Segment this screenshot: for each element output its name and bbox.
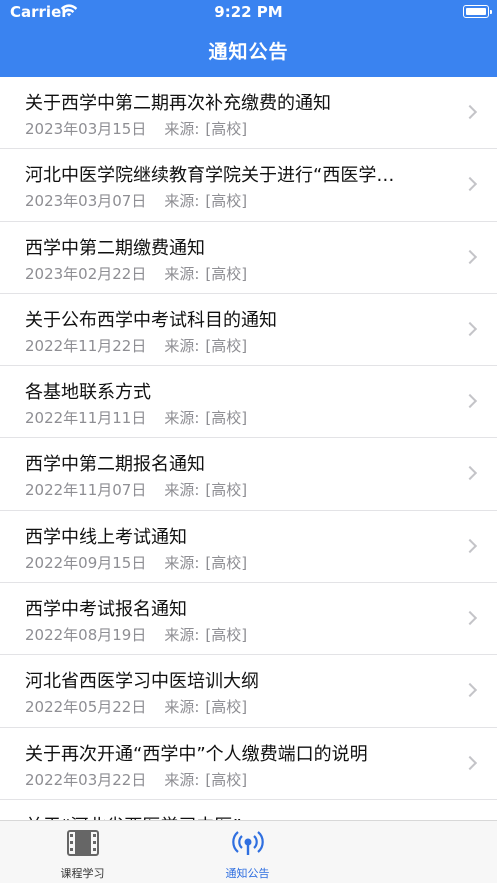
notice-date: 2022年11月07日 (25, 481, 147, 500)
notice-date: 2022年05月22日 (25, 698, 147, 717)
notice-row[interactable]: 河北中医学院继续教育学院关于进行“西医学… 2023年03月07日 来源: [高校] (0, 149, 497, 222)
notice-row[interactable]: 关于再次开通“西学中”个人缴费端口的说明 2022年03月22日 来源: [高校] (0, 728, 497, 800)
notice-meta: 2023年03月07日 来源: [高校] (25, 190, 247, 211)
notice-title: 西学中线上考试通知 (25, 526, 187, 548)
notice-meta: 2022年11月22日 来源: [高校] (25, 335, 247, 356)
notice-source-label: 来源: (164, 264, 200, 283)
notice-date: 2022年11月11日 (25, 409, 147, 428)
notice-row[interactable]: 西学中第二期报名通知 2022年11月07日 来源: [高校] (0, 438, 497, 511)
notice-date: 2023年02月22日 (25, 264, 147, 283)
notice-source: [高校] (205, 626, 248, 645)
tab-course-study[interactable]: 课程学习 (0, 821, 165, 883)
notice-title: 河北中医学院继续教育学院关于进行“西医学… (25, 165, 395, 187)
chevron-right-icon (462, 683, 478, 698)
chevron-right-icon (462, 538, 478, 553)
notice-source-label: 来源: (164, 481, 200, 500)
broadcast-icon (231, 831, 264, 855)
notice-source: [高校] (205, 120, 248, 138)
notice-list[interactable]: 关于西学中第二期再次补充缴费的通知 2023年03月15日 来源: [高校] 河北中… (0, 77, 497, 820)
notice-date: 2023年03月15日 (25, 120, 147, 138)
notice-meta: 2023年03月15日 来源: [高校] (25, 118, 247, 139)
tab-notices[interactable]: 通知公告 (165, 821, 330, 883)
notice-source: [高校] (205, 770, 248, 789)
notice-source: [高校] (205, 698, 248, 717)
notice-meta: 2022年09月15日 来源: [高校] (25, 552, 247, 573)
notice-meta: 2022年11月11日 来源: [高校] (25, 407, 247, 428)
notice-meta: 2022年08月19日 来源: [高校] (25, 624, 247, 645)
notice-title: 西学中第二期缴费通知 (25, 237, 205, 259)
chevron-right-icon (462, 249, 478, 264)
notice-source: [高校] (205, 409, 248, 428)
notice-row[interactable]: 关于公布西学中考试科目的通知 2022年11月22日 来源: [高校] (0, 294, 497, 367)
notice-title: 关于西学中第二期再次补充缴费的通知 (25, 93, 331, 114)
chevron-right-icon (462, 321, 478, 336)
notice-title: 西学中考试报名通知 (25, 599, 187, 621)
chevron-right-icon (462, 466, 478, 481)
notice-row[interactable]: 各基地联系方式 2022年11月11日 来源: [高校] (0, 366, 497, 439)
chevron-right-icon (462, 611, 478, 626)
notice-source-label: 来源: (164, 120, 200, 138)
notice-row[interactable]: 西学中线上考试通知 2022年09月15日 来源: [高校] (0, 511, 497, 584)
notice-date: 2022年11月22日 (25, 336, 147, 355)
chevron-right-icon (462, 755, 478, 770)
notice-source-label: 来源: (164, 553, 200, 572)
tab-label: 课程学习 (60, 867, 105, 880)
chevron-right-icon (462, 104, 478, 120)
notice-date: 2022年03月22日 (25, 770, 147, 789)
page-title: 通知公告 (208, 41, 289, 63)
notice-title: 河北省西医学习中医培训大纲 (25, 671, 259, 693)
notice-source: [高校] (205, 264, 248, 283)
notice-title: 关于再次开通“西学中”个人缴费端口的说明 (25, 743, 368, 765)
tab-label: 通知公告 (225, 867, 270, 880)
notice-row[interactable]: 河北省西医学习中医培训大纲 2022年05月22日 来源: [高校] (0, 655, 497, 728)
notice-source: [高校] (205, 481, 248, 500)
app-header: Carrier 9:22 PM 通知公告 (0, 0, 497, 77)
notice-row[interactable]: 西学中考试报名通知 2022年08月19日 来源: [高校] (0, 583, 497, 656)
notice-source: [高校] (205, 192, 248, 211)
notice-meta: 2022年03月22日 来源: [高校] (25, 769, 247, 790)
notice-source-label: 来源: (164, 409, 200, 428)
battery-icon (463, 5, 492, 18)
notice-source-label: 来源: (164, 626, 200, 645)
notice-title: 西学中第二期报名通知 (25, 454, 205, 476)
notice-source-label: 来源: (164, 698, 200, 717)
notice-date: 2023年03月07日 (25, 192, 147, 211)
notice-source-label: 来源: (164, 770, 200, 789)
notice-title: 关于“河北省西医学习中医” (25, 812, 450, 820)
notice-meta: 2022年05月22日 来源: [高校] (25, 696, 247, 717)
notice-row[interactable]: 关于西学中第二期再次补充缴费的通知 2023年03月15日 来源: [高校] (0, 77, 497, 150)
notice-meta: 2023年02月22日 来源: [高校] (25, 263, 247, 284)
film-icon (66, 830, 99, 856)
tab-bar: 课程学习 通知公告 (0, 820, 497, 883)
notice-source: [高校] (205, 336, 248, 355)
notice-date: 2022年08月19日 (25, 626, 147, 645)
notice-date: 2022年09月15日 (25, 553, 147, 572)
notice-row[interactable]: 西学中第二期缴费通知 2023年02月22日 来源: [高校] (0, 222, 497, 294)
clock: 9:22 PM (214, 3, 283, 21)
status-bar: Carrier 9:22 PM (0, 0, 497, 26)
chevron-right-icon (462, 177, 478, 192)
notice-source-label: 来源: (164, 336, 200, 355)
notice-title: 关于公布西学中考试科目的通知 (25, 309, 277, 331)
notice-source-label: 来源: (164, 192, 200, 211)
notice-title: 各基地联系方式 (25, 382, 151, 404)
notice-meta: 2022年11月07日 来源: [高校] (25, 479, 247, 500)
notice-source: [高校] (205, 553, 248, 572)
notice-row[interactable]: 关于“河北省西医学习中医” (0, 800, 497, 820)
chevron-right-icon (462, 394, 478, 409)
